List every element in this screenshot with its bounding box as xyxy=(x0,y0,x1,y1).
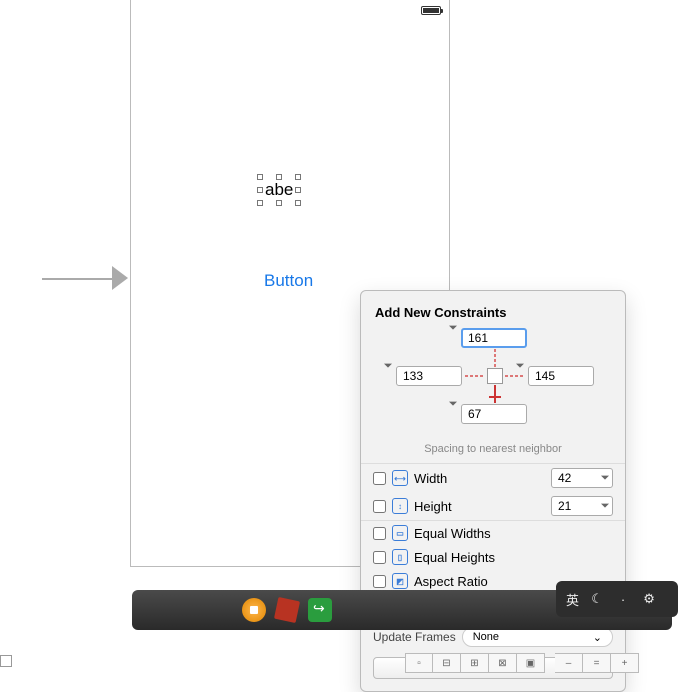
spacing-left-input[interactable] xyxy=(396,366,462,386)
dot-icon[interactable]: · xyxy=(615,591,631,607)
spacing-grid xyxy=(361,328,625,443)
pointer-arrow xyxy=(42,264,128,292)
pin-tool[interactable]: ⊞ xyxy=(461,653,489,673)
spacing-center-box[interactable] xyxy=(487,368,503,384)
resolve-tool[interactable]: ⊠ xyxy=(489,653,517,673)
canvas-tool-1[interactable]: ▫ xyxy=(405,653,433,673)
height-input[interactable] xyxy=(551,496,613,516)
equal-widths-label: Equal Widths xyxy=(414,526,491,541)
zoom-out[interactable]: – xyxy=(555,653,583,673)
resize-handle[interactable] xyxy=(257,187,263,193)
aspect-ratio-label: Aspect Ratio xyxy=(414,574,488,589)
zoom-actual[interactable]: = xyxy=(583,653,611,673)
height-label: Height xyxy=(414,499,452,514)
exit-icon[interactable] xyxy=(308,598,332,622)
spacing-caption: Spacing to nearest neighbor xyxy=(361,443,625,463)
resize-handle[interactable] xyxy=(295,187,301,193)
spacing-bottom-input[interactable] xyxy=(461,404,527,424)
update-frames-select[interactable]: None⌄ xyxy=(462,627,613,647)
strut-left[interactable] xyxy=(465,375,485,377)
resize-handle[interactable] xyxy=(276,200,282,206)
align-tool[interactable]: ⊟ xyxy=(433,653,461,673)
corner-handle[interactable] xyxy=(0,655,12,667)
embed-tool[interactable]: ▣ xyxy=(517,653,545,673)
ime-toolbar[interactable]: 英 ☾ · ⚙ xyxy=(556,581,678,617)
gear-icon[interactable]: ⚙ xyxy=(641,591,657,607)
resize-handle[interactable] xyxy=(257,174,263,180)
width-checkbox[interactable] xyxy=(373,472,386,485)
uibutton[interactable]: Button xyxy=(264,271,313,291)
spacing-right-input[interactable] xyxy=(528,366,594,386)
height-icon: ↕ xyxy=(392,498,408,514)
resize-handle[interactable] xyxy=(257,200,263,206)
aspect-ratio-checkbox[interactable] xyxy=(373,575,386,588)
stop-button[interactable] xyxy=(242,598,266,622)
width-input[interactable] xyxy=(551,468,613,488)
uilabel-selected[interactable]: abe xyxy=(261,178,297,202)
width-icon: ⟷ xyxy=(392,470,408,486)
popover-title: Add New Constraints xyxy=(361,291,625,328)
zoom-in[interactable]: + xyxy=(611,653,639,673)
update-frames-label: Update Frames xyxy=(373,630,456,644)
resize-handle[interactable] xyxy=(295,200,301,206)
equal-widths-icon: ▭ xyxy=(392,525,408,541)
equal-heights-icon: ▯ xyxy=(392,549,408,565)
add-constraints-popover: Add New Constraints Spacing to nearest n… xyxy=(360,290,626,692)
strut-right[interactable] xyxy=(505,375,525,377)
strut-top[interactable] xyxy=(494,349,496,367)
aspect-ratio-icon: ◩ xyxy=(392,573,408,589)
width-label: Width xyxy=(414,471,447,486)
equal-heights-label: Equal Heights xyxy=(414,550,495,565)
equal-heights-checkbox[interactable] xyxy=(373,551,386,564)
battery-icon xyxy=(421,6,441,15)
strut-bottom[interactable] xyxy=(494,385,496,403)
ime-lang[interactable]: 英 xyxy=(566,590,579,609)
height-checkbox[interactable] xyxy=(373,500,386,513)
moon-icon[interactable]: ☾ xyxy=(589,591,605,607)
resize-handle[interactable] xyxy=(276,174,282,180)
spacing-top-input[interactable] xyxy=(461,328,527,348)
resize-handle[interactable] xyxy=(295,174,301,180)
scheme-icon[interactable] xyxy=(274,597,300,623)
equal-widths-checkbox[interactable] xyxy=(373,527,386,540)
label-text: abe xyxy=(265,180,293,199)
